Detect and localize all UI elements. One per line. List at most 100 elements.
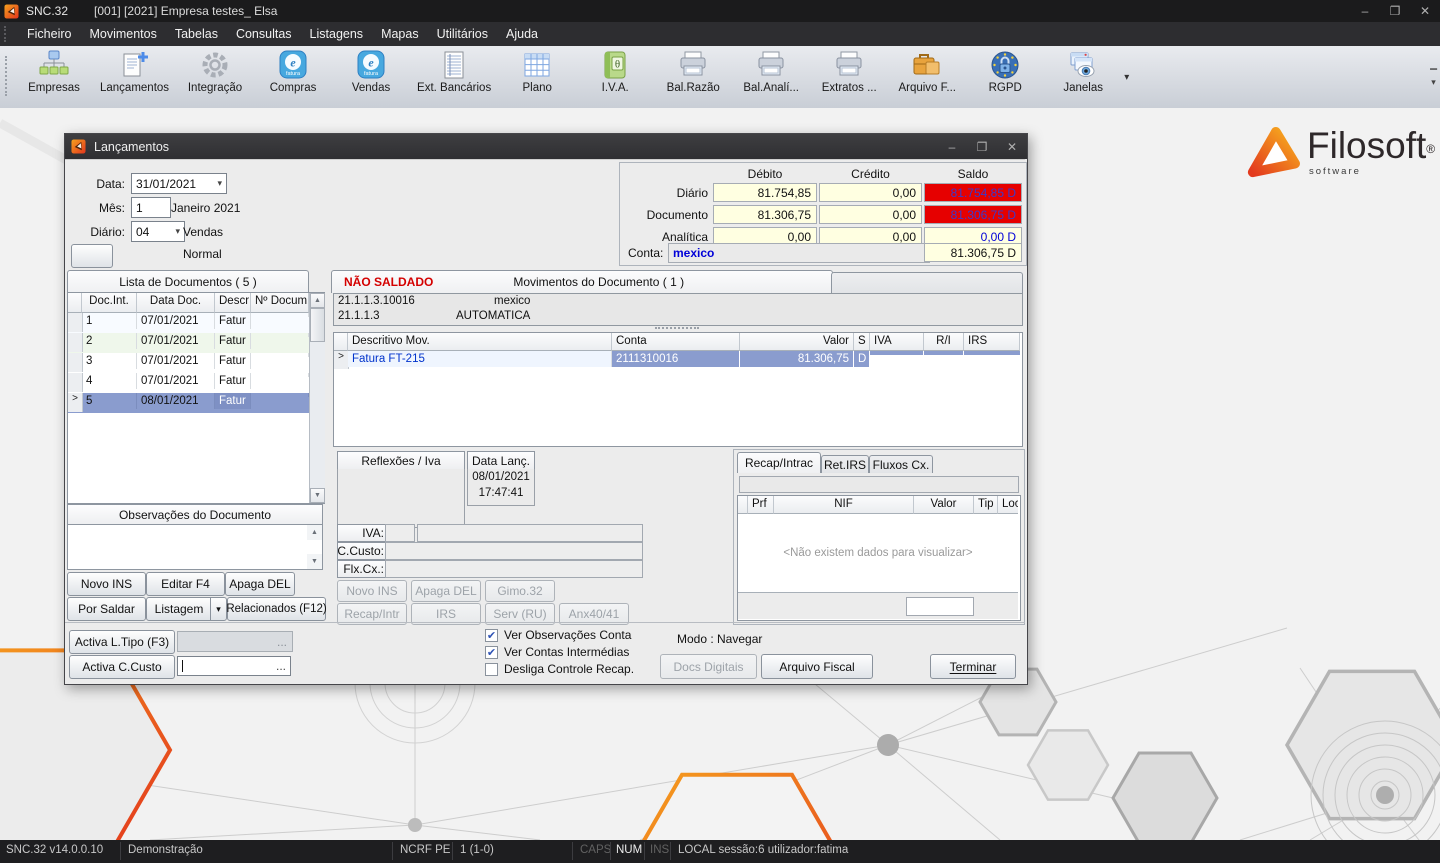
mov-col-conta[interactable]: Conta <box>612 333 740 351</box>
scroll-down-icon[interactable]: ▼ <box>310 488 325 503</box>
mov-col-s[interactable]: S <box>854 333 870 351</box>
recap-col-prf[interactable]: Prf <box>748 496 774 514</box>
checkbox-checked-icon[interactable]: ✔ <box>485 629 498 642</box>
recap-col-loc[interactable]: Loc <box>998 496 1018 514</box>
toolbar-button-integracao[interactable]: Integração <box>176 46 254 105</box>
window-titlebar[interactable]: Lançamentos – ❐ ✕ <box>65 134 1027 159</box>
menu-ficheiro[interactable]: Ficheiro <box>18 24 80 44</box>
por-saldar-button[interactable]: Por Saldar <box>67 597 146 621</box>
arquivo-fiscal-button[interactable]: Arquivo Fiscal <box>761 654 873 679</box>
toolbar-button-plano[interactable]: Plano <box>498 46 576 105</box>
menu-tabelas[interactable]: Tabelas <box>166 24 227 44</box>
chevron-down-icon[interactable]: ▾ <box>217 178 222 189</box>
docs-digitais-button[interactable]: Docs Digitais <box>660 654 757 679</box>
doc-list-col-datadoc[interactable]: Data Doc. <box>137 293 215 313</box>
app-minimize-button[interactable]: – <box>1350 4 1380 18</box>
app-restore-button[interactable]: ❐ <box>1380 4 1410 18</box>
tab-fluxos-cx[interactable]: Fluxos Cx. <box>869 455 933 473</box>
app-close-button[interactable]: ✕ <box>1410 4 1440 18</box>
diario-color-button[interactable] <box>71 244 113 268</box>
scroll-down-icon[interactable]: ▼ <box>307 554 322 569</box>
recap-filter-field[interactable] <box>739 476 1019 493</box>
toolbar-button-janelas[interactable]: Janelas <box>1044 46 1122 105</box>
tab-recap-intrac[interactable]: Recap/Intrac <box>737 452 821 473</box>
diario-combobox[interactable]: 04 ▾ <box>131 221 185 242</box>
menu-ajuda[interactable]: Ajuda <box>497 24 547 44</box>
ccusto-input[interactable]: ... <box>177 656 291 676</box>
menu-listagens[interactable]: Listagens <box>301 24 373 44</box>
window-minimize-button[interactable]: – <box>937 140 967 154</box>
recap-col-tip[interactable]: Tip <box>974 496 998 514</box>
tab-ret-irs[interactable]: Ret.IRS <box>821 455 869 473</box>
activa-ccusto-button[interactable]: Activa C.Custo <box>69 655 175 679</box>
toolbar-button-arquivo[interactable]: Arquivo F... <box>888 46 966 105</box>
novo-ins-mov-button[interactable]: Novo INS <box>337 580 407 602</box>
mes-input[interactable]: 1 <box>131 197 171 218</box>
chevron-down-icon[interactable]: ▾ <box>175 226 180 237</box>
mov-col-iva[interactable]: IVA <box>870 333 924 351</box>
toolbar-button-compras[interactable]: e fatura Compras <box>254 46 332 105</box>
menu-utilitarios[interactable]: Utilitários <box>428 24 497 44</box>
gimo32-button[interactable]: Gimo.32 <box>485 580 555 602</box>
observacoes-textarea[interactable]: ▲ ▼ <box>67 524 323 570</box>
recap-col-nif[interactable]: NIF <box>774 496 914 514</box>
tab-movimentos-documento[interactable]: NÃO SALDADO Movimentos do Documento ( 1 … <box>331 270 833 293</box>
doc-list-col-docint[interactable]: Doc.Int. <box>82 293 137 313</box>
apaga-del-button[interactable]: Apaga DEL <box>225 572 295 596</box>
toolbar-button-bal-analitica[interactable]: Bal.Analí... <box>732 46 810 105</box>
window-close-button[interactable]: ✕ <box>997 140 1027 154</box>
data-combobox[interactable]: 31/01/2021 ▾ <box>131 173 227 194</box>
toolbar-button-bal-razao[interactable]: Bal.Razão <box>654 46 732 105</box>
toolbar-button-extratos[interactable]: Extratos ... <box>810 46 888 105</box>
scroll-up-icon[interactable]: ▲ <box>310 293 325 308</box>
apaga-del-mov-button[interactable]: Apaga DEL <box>411 580 481 602</box>
doc-list-scrollbar[interactable]: ▲ ▼ <box>309 293 325 503</box>
toolbar-overflow-icon[interactable]: ▔ ▾ <box>1430 70 1437 86</box>
table-row-selected[interactable]: > Fatura FT-215 2111310016 81.306,75 D <box>334 351 1020 369</box>
doc-list-col-numdocum[interactable]: Nº Docum. <box>251 293 309 313</box>
menu-consultas[interactable]: Consultas <box>227 24 301 44</box>
toolbar-button-ext-bancarios[interactable]: Ext. Bancários <box>410 46 498 105</box>
window-maximize-button[interactable]: ❐ <box>967 140 997 154</box>
scroll-thumb[interactable] <box>310 308 325 342</box>
doc-list-col-descr[interactable]: Descr <box>215 293 251 313</box>
activa-ltipo-button[interactable]: Activa L.Tipo (F3) <box>69 630 175 654</box>
table-row[interactable]: 3 07/01/2021 Fatur <box>68 353 309 374</box>
toolbar-button-vendas[interactable]: e fatura Vendas <box>332 46 410 105</box>
relacionados-f12-button[interactable]: Relacionados (F12) <box>227 597 326 621</box>
ccusto-field[interactable] <box>385 542 643 560</box>
toolbar-button-empresas[interactable]: Empresas <box>15 46 93 105</box>
novo-ins-button[interactable]: Novo INS <box>67 572 146 596</box>
iva-desc-field[interactable] <box>417 524 643 542</box>
table-row[interactable]: 2 07/01/2021 Fatur <box>68 333 309 354</box>
mov-col-ri[interactable]: R/I <box>924 333 964 351</box>
listagem-button[interactable]: Listagem <box>146 597 212 621</box>
scroll-up-icon[interactable]: ▲ <box>307 525 322 540</box>
table-row[interactable]: 1 07/01/2021 Fatur <box>68 313 309 334</box>
table-row[interactable]: 4 07/01/2021 Fatur <box>68 373 309 394</box>
recap-col-valor[interactable]: Valor <box>914 496 974 514</box>
editar-f4-button[interactable]: Editar F4 <box>146 572 225 596</box>
mov-col-descritivo[interactable]: Descritivo Mov. <box>348 333 612 351</box>
janelas-dropdown-arrow[interactable]: ▾ <box>1124 72 1129 83</box>
table-row-selected[interactable]: > 5 08/01/2021 Fatur <box>68 393 309 413</box>
iva-code-field[interactable] <box>385 524 415 542</box>
checkbox-checked-icon[interactable]: ✔ <box>485 646 498 659</box>
toolbar-button-lancamentos[interactable]: Lançamentos <box>93 46 176 105</box>
conta-field[interactable]: mexico <box>668 243 930 263</box>
menu-mapas[interactable]: Mapas <box>372 24 428 44</box>
checkbox-desliga-controle[interactable]: Desliga Controle Recap. <box>485 662 634 676</box>
toolbar-button-iva[interactable]: θ I.V.A. <box>576 46 654 105</box>
checkbox-ver-contas[interactable]: ✔ Ver Contas Intermédias <box>485 645 629 659</box>
listagem-dropdown-icon[interactable]: ▾ <box>210 597 227 621</box>
flxcx-field[interactable] <box>385 560 643 578</box>
menu-movimentos[interactable]: Movimentos <box>80 24 165 44</box>
mov-col-valor[interactable]: Valor <box>740 333 854 351</box>
mov-col-irs[interactable]: IRS <box>964 333 1020 351</box>
account-info-box[interactable]: 21.1.1.3.10016 mexico 21.1.1.3 AUTOMATIC… <box>333 293 1023 326</box>
checkbox-unchecked-icon[interactable] <box>485 663 498 676</box>
terminar-button[interactable]: Terminar <box>930 654 1016 679</box>
toolbar-button-rgpd[interactable]: RGPD <box>966 46 1044 105</box>
tab-lista-documentos[interactable]: Lista de Documentos ( 5 ) <box>67 270 309 293</box>
checkbox-ver-observacoes[interactable]: ✔ Ver Observações Conta <box>485 628 631 642</box>
